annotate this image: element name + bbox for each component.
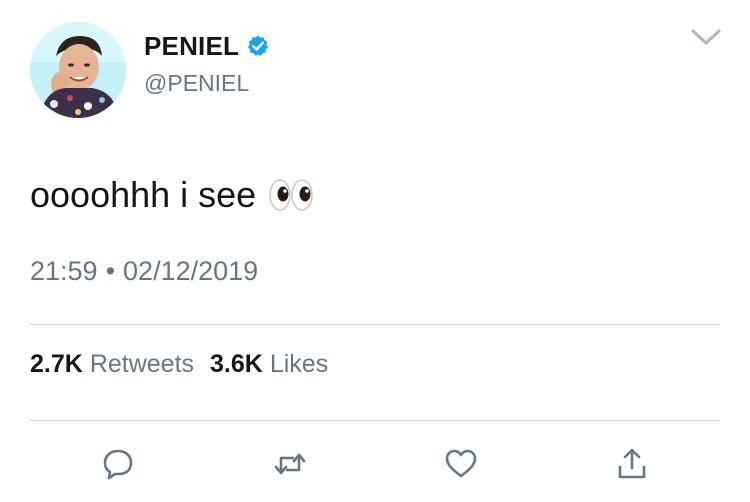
timestamp-separator: • [105,256,116,286]
divider [30,324,720,325]
tweet-stats: 2.7K Retweets 3.6K Likes [30,350,328,379]
likes-count: 3.6K [210,350,263,378]
display-name[interactable]: PENIEL [144,31,239,62]
like-icon[interactable] [443,446,479,482]
tweet-timestamp[interactable]: 21:59 • 02/12/2019 [30,256,258,287]
tweet-date: 02/12/2019 [123,256,259,286]
retweets-stat[interactable]: 2.7K Retweets [30,350,194,379]
eyes-emoji-icon [269,179,314,211]
divider [30,420,720,421]
verified-badge-icon [248,35,269,56]
reply-icon[interactable] [100,446,136,482]
chevron-down-icon[interactable] [690,26,722,50]
tweet-actions [0,440,750,488]
likes-stat[interactable]: 3.6K Likes [210,350,328,379]
retweets-label: Retweets [89,350,195,378]
retweet-icon[interactable] [272,446,308,482]
tweet-text: oooohhh i see [30,174,314,216]
tweet-time: 21:59 [30,256,98,286]
avatar[interactable] [30,22,126,118]
likes-label: Likes [269,350,329,378]
display-name-row: PENIEL [144,30,270,62]
avatar-photo [30,22,126,118]
retweets-count: 2.7K [30,350,83,378]
user-handle[interactable]: @PENIEL [144,70,249,97]
tweet-text-content: oooohhh i see [30,174,257,215]
share-icon[interactable] [614,446,650,482]
tweet-card: PENIEL @PENIEL oooohhh i see 21:59 • 02/12… [0,0,750,502]
